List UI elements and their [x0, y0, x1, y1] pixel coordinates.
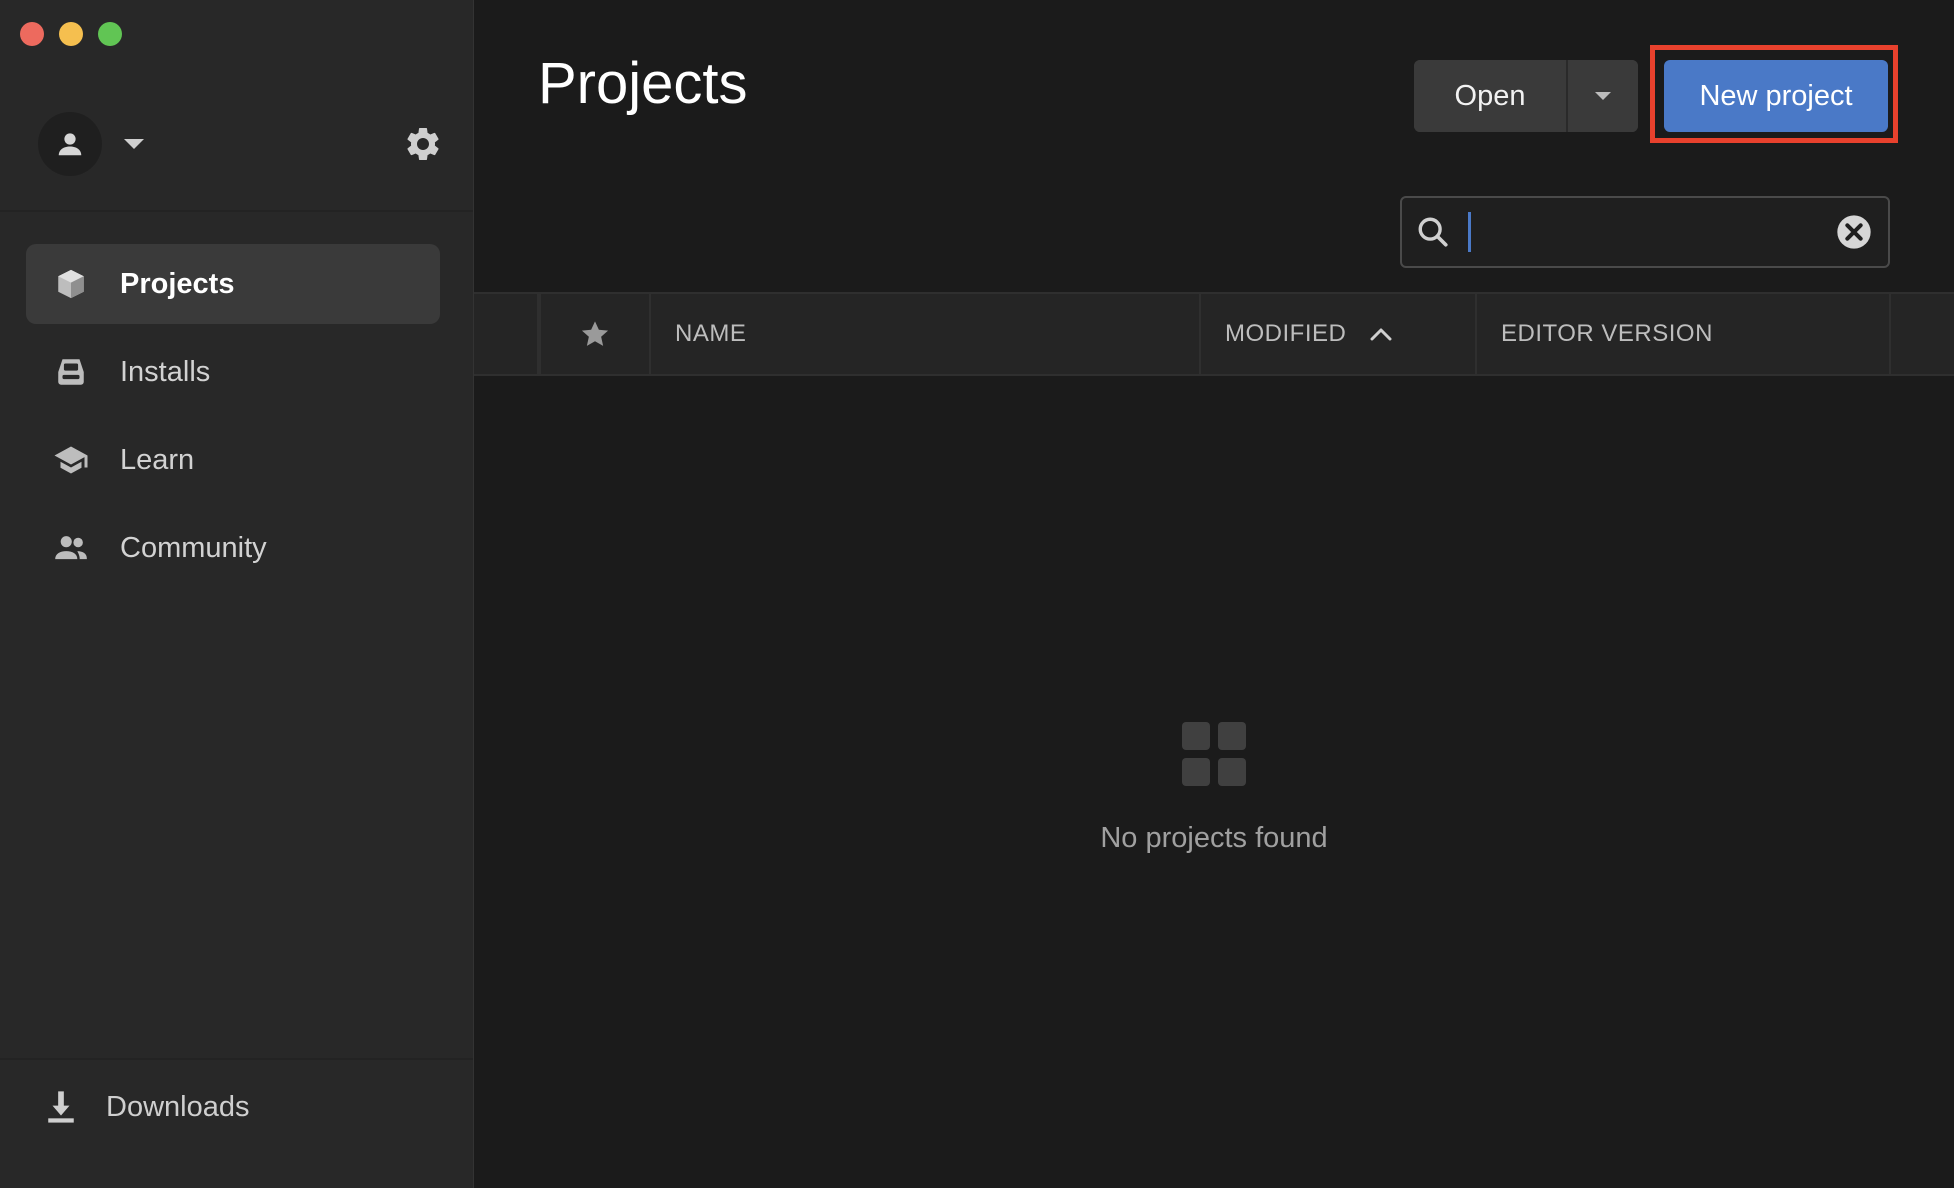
open-options-button[interactable]: [1566, 60, 1638, 132]
search-icon: [1416, 215, 1450, 249]
modified-column-header[interactable]: MODIFIED: [1201, 294, 1477, 374]
column-label: EDITOR VERSION: [1501, 320, 1713, 347]
sidebar-divider: [0, 210, 473, 212]
chevron-up-icon: [1370, 327, 1392, 341]
new-project-button[interactable]: New project: [1664, 60, 1888, 132]
sidebar-item-installs[interactable]: Installs: [26, 332, 440, 412]
sidebar-item-label: Learn: [120, 443, 195, 476]
people-icon: [52, 529, 90, 567]
page-title: Projects: [538, 51, 748, 116]
sidebar: Projects Installs Learn Community Downlo…: [0, 0, 474, 1188]
avatar[interactable]: [38, 112, 102, 176]
downloads-label: Downloads: [106, 1090, 250, 1123]
gear-icon: [407, 127, 439, 160]
search-box: [1400, 196, 1890, 268]
column-label: NAME: [675, 320, 747, 347]
sidebar-item-label: Installs: [120, 355, 211, 388]
installs-icon: [52, 353, 90, 391]
sidebar-item-projects[interactable]: Projects: [26, 244, 440, 324]
account-menu-caret-icon[interactable]: [124, 139, 144, 149]
search-input[interactable]: [1468, 212, 1834, 252]
sidebar-item-community[interactable]: Community: [26, 508, 440, 588]
user-icon: [58, 133, 82, 156]
favorite-column-header[interactable]: [539, 294, 651, 374]
sidebar-item-learn[interactable]: Learn: [26, 420, 440, 500]
empty-message: No projects found: [1100, 822, 1328, 854]
sidebar-divider: [0, 1058, 473, 1060]
downloads-button[interactable]: Downloads: [46, 1090, 249, 1124]
sidebar-nav: Projects Installs Learn Community: [26, 244, 440, 596]
cube-icon: [52, 265, 90, 303]
chevron-down-icon: [1595, 92, 1611, 100]
open-button[interactable]: Open: [1414, 60, 1566, 132]
table-header-spacer: [474, 294, 539, 374]
settings-button[interactable]: [403, 124, 443, 164]
graduation-cap-icon: [52, 441, 90, 479]
grid-icon: [1182, 722, 1246, 786]
main-panel: Projects Open New project NAME MODIFIED …: [474, 0, 1954, 1188]
star-icon: [581, 321, 609, 346]
editor-version-column-header[interactable]: EDITOR VERSION: [1477, 294, 1891, 374]
download-icon: [46, 1090, 76, 1124]
name-column-header[interactable]: NAME: [651, 294, 1201, 374]
open-button-group: Open: [1414, 60, 1638, 132]
sidebar-item-label: Projects: [120, 267, 235, 300]
empty-state: No projects found: [474, 722, 1954, 855]
maximize-window-button[interactable]: [98, 22, 122, 46]
table-header: NAME MODIFIED EDITOR VERSION: [474, 292, 1954, 376]
close-icon: [1837, 215, 1871, 249]
close-window-button[interactable]: [20, 22, 44, 46]
column-label: MODIFIED: [1225, 320, 1347, 347]
clear-search-button[interactable]: [1834, 212, 1874, 252]
window-controls: [20, 22, 122, 46]
minimize-window-button[interactable]: [59, 22, 83, 46]
sidebar-item-label: Community: [120, 531, 267, 564]
account-row: [38, 112, 443, 176]
app-window: Projects Installs Learn Community Downlo…: [0, 0, 1954, 1188]
